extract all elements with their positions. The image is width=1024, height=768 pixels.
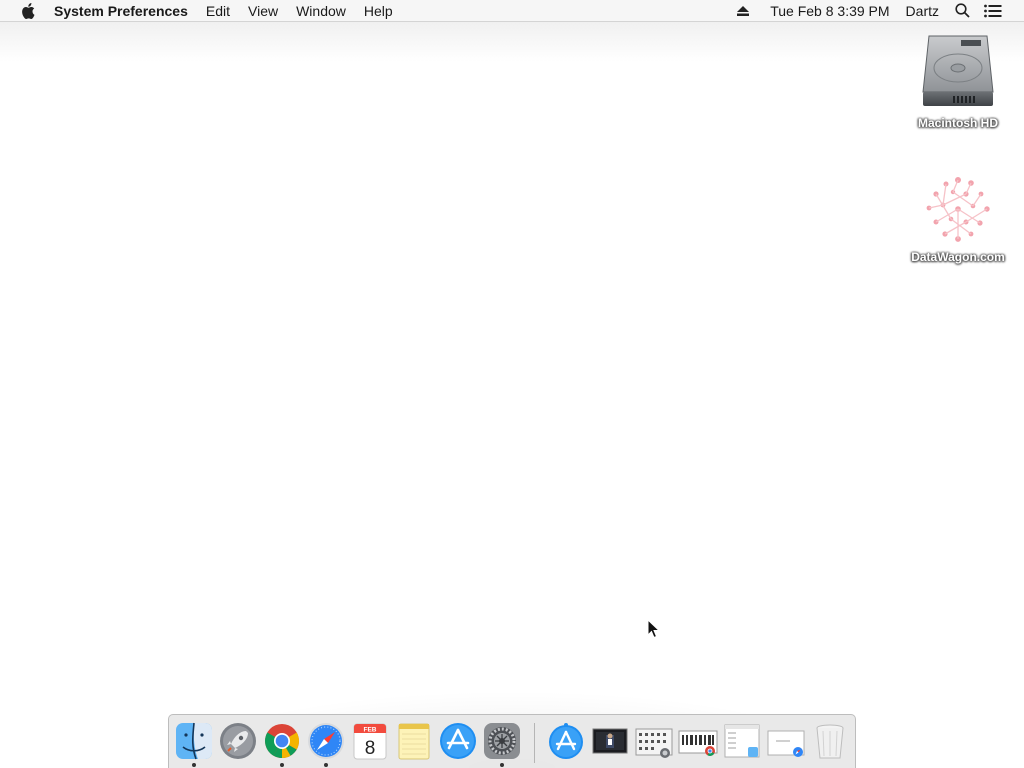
apple-logo-icon[interactable] — [19, 0, 37, 22]
launchpad-icon — [220, 723, 256, 759]
desktop-icon-macintosh-hd[interactable]: Macintosh HD — [903, 30, 1013, 130]
app-store-icon — [440, 723, 476, 759]
hard-drive-icon — [922, 35, 994, 106]
mouse-pointer-icon — [647, 619, 661, 639]
calendar-icon: FEB 8 — [353, 723, 387, 760]
trash-icon — [816, 724, 844, 759]
notes-icon — [398, 723, 430, 760]
menu-app-name[interactable]: System Preferences — [54, 0, 197, 22]
file-stack-icon — [724, 724, 760, 758]
safari-file-icon — [767, 730, 805, 757]
dock-item-trash[interactable] — [810, 721, 850, 761]
menu-help[interactable]: Help — [355, 0, 402, 22]
spotlight-search-icon[interactable] — [948, 3, 977, 18]
document-thumbnail-icon — [592, 728, 628, 754]
desktop-icon-datawagon[interactable]: DataWagon.com — [903, 172, 1013, 264]
menu-bar: System Preferences Edit View Window Help… — [0, 0, 1024, 22]
dock-item-safari[interactable] — [306, 721, 346, 767]
running-indicator — [500, 763, 504, 767]
running-indicator — [280, 763, 284, 767]
notification-center-icon[interactable] — [977, 4, 1024, 18]
dock-item-notes[interactable] — [394, 721, 434, 761]
applications-folder-icon — [549, 723, 583, 759]
dock-item-safari-file[interactable] — [766, 721, 806, 761]
chrome-icon — [265, 724, 299, 758]
calendar-month: FEB — [364, 727, 377, 734]
dock-separator — [534, 723, 535, 763]
network-volume-icon — [926, 177, 990, 242]
dock-item-screenshot[interactable] — [634, 721, 674, 761]
dock-item-file[interactable] — [722, 721, 762, 761]
screenshot-thumbnail-icon — [635, 728, 673, 758]
running-indicator — [324, 763, 328, 767]
menu-edit[interactable]: Edit — [197, 0, 239, 22]
system-preferences-icon — [484, 723, 520, 759]
menu-window[interactable]: Window — [287, 0, 355, 22]
running-indicator — [192, 763, 196, 767]
eject-icon[interactable] — [730, 5, 756, 16]
dock-item-downloads[interactable] — [678, 721, 718, 761]
finder-icon — [176, 722, 212, 760]
menubar-user-name[interactable]: Dartz — [897, 0, 948, 22]
desktop-icon-label: DataWagon.com — [911, 250, 1005, 264]
dock-item-applications[interactable] — [546, 721, 586, 761]
calendar-day: 8 — [365, 738, 376, 759]
dock-item-app-store[interactable] — [438, 721, 478, 761]
dock-item-finder[interactable] — [174, 721, 214, 767]
dock-item-chrome[interactable] — [262, 721, 302, 767]
desktop-icon-label: Macintosh HD — [917, 116, 998, 130]
desktop-background — [0, 22, 1024, 62]
dock: FEB 8 — [168, 714, 856, 768]
downloads-stack-icon — [678, 730, 718, 756]
dock-item-system-preferences[interactable] — [482, 721, 522, 767]
dock-item-calendar[interactable]: FEB 8 — [350, 721, 390, 761]
dock-item-launchpad[interactable] — [218, 721, 258, 761]
dock-item-document[interactable] — [590, 721, 630, 761]
menubar-clock[interactable]: Tue Feb 8 3:39 PM — [756, 0, 896, 22]
safari-icon — [308, 723, 344, 759]
menu-view[interactable]: View — [239, 0, 287, 22]
